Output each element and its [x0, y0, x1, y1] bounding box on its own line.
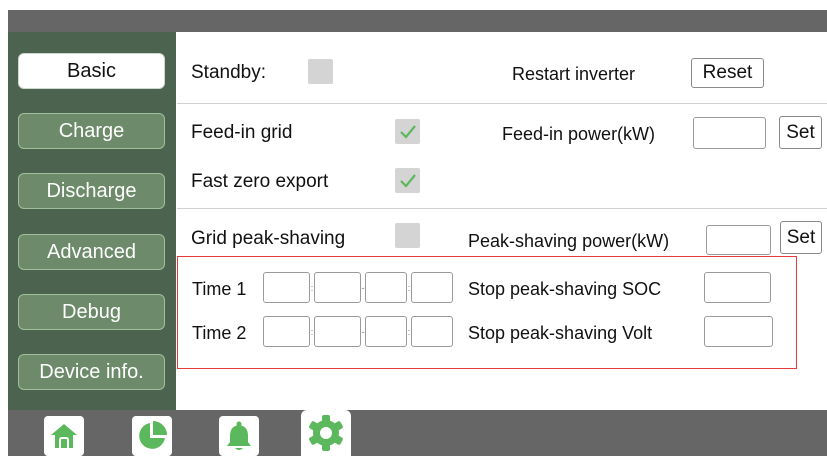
- feed-in-grid-checkbox[interactable]: [395, 119, 420, 144]
- divider: [177, 208, 827, 209]
- stop-peak-shaving-volt-input[interactable]: [704, 316, 773, 347]
- checkmark-icon: [399, 173, 416, 188]
- sidebar-item-basic[interactable]: Basic: [18, 53, 165, 89]
- checkmark-icon: [399, 124, 416, 139]
- time2-label: Time 2: [192, 323, 247, 343]
- sidebar-item-discharge[interactable]: Discharge: [18, 173, 165, 209]
- pie-chart-icon-glyph: [139, 421, 167, 449]
- time2-start-hour-input[interactable]: [263, 316, 310, 347]
- sidebar-item-advanced[interactable]: Advanced: [18, 234, 165, 270]
- fast-zero-export-checkbox[interactable]: [395, 168, 420, 193]
- standby-checkbox[interactable]: [308, 59, 333, 84]
- peak-shaving-power-set-button[interactable]: Set: [780, 221, 822, 254]
- feed-in-power-label: Feed-in power(kW): [502, 124, 656, 144]
- time1-start-minute-input[interactable]: [314, 272, 361, 303]
- sidebar-item-debug[interactable]: Debug: [18, 294, 165, 330]
- home-icon[interactable]: [44, 416, 84, 456]
- feed-in-power-set-button[interactable]: Set: [779, 116, 822, 149]
- gear-icon[interactable]: [301, 410, 351, 456]
- time1-start-hour-input[interactable]: [263, 272, 310, 303]
- divider: [177, 103, 827, 104]
- bell-icon[interactable]: [219, 416, 259, 456]
- time2-end-hour-input[interactable]: [365, 316, 407, 347]
- stop-peak-shaving-soc-label: Stop peak-shaving SOC: [468, 279, 662, 299]
- stop-peak-shaving-soc-input[interactable]: [704, 272, 771, 303]
- top-bar: [8, 10, 827, 32]
- time2-end-minute-input[interactable]: [411, 316, 453, 347]
- time1-label: Time 1: [192, 279, 247, 299]
- grid-peak-shaving-checkbox[interactable]: [395, 223, 420, 248]
- standby-label: Standby:: [191, 62, 266, 83]
- restart-inverter-label: Restart inverter: [512, 64, 636, 84]
- time1-end-minute-input[interactable]: [411, 272, 453, 303]
- bell-icon-glyph: [227, 421, 251, 450]
- time2-start-minute-input[interactable]: [314, 316, 361, 347]
- gear-icon-glyph: [309, 415, 343, 451]
- fast-zero-export-label: Fast zero export: [191, 171, 329, 192]
- sidebar-item-device-info[interactable]: Device info.: [18, 354, 165, 390]
- feed-in-power-input[interactable]: [693, 117, 766, 149]
- time1-end-hour-input[interactable]: [365, 272, 407, 303]
- sidebar-item-charge[interactable]: Charge: [18, 113, 165, 149]
- stop-peak-shaving-volt-label: Stop peak-shaving Volt: [468, 323, 653, 343]
- reset-button[interactable]: Reset: [691, 58, 764, 88]
- home-icon-glyph: [51, 424, 77, 448]
- bottom-nav: [8, 410, 827, 456]
- grid-peak-shaving-label: Grid peak-shaving: [191, 228, 346, 249]
- pie-chart-icon[interactable]: [132, 416, 172, 456]
- feed-in-grid-label: Feed-in grid: [191, 122, 293, 143]
- sidebar: Basic Charge Discharge Advanced Debug De…: [8, 32, 176, 410]
- peak-shaving-power-label: Peak-shaving power(kW): [468, 231, 670, 251]
- peak-shaving-power-input[interactable]: [706, 225, 771, 255]
